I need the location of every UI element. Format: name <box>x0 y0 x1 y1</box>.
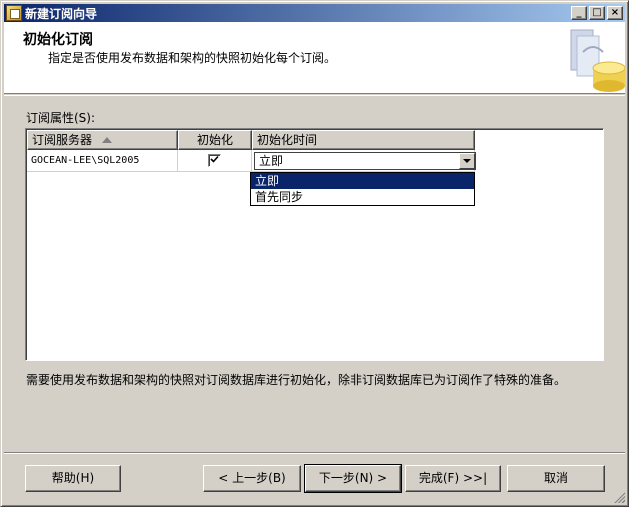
chevron-down-icon <box>463 159 471 163</box>
check-mark-icon <box>210 155 219 163</box>
dropdown-option-first-sync[interactable]: 首先同步 <box>251 189 474 205</box>
footer-separator-highlight <box>4 453 625 454</box>
help-button[interactable]: 帮助(H) <box>25 465 121 492</box>
column-header-subscriber-label: 订阅服务器 <box>32 132 93 147</box>
cancel-button[interactable]: 取消 <box>507 465 605 492</box>
init-time-value: 立即 <box>259 154 284 168</box>
table-row[interactable]: GOCEAN-LEE\SQL2005 立即 <box>27 150 476 172</box>
dropdown-button[interactable] <box>459 153 475 169</box>
page-title: 初始化订阅 <box>23 32 93 48</box>
finish-button[interactable]: 完成(F) >>| <box>405 465 501 492</box>
wizard-window: 新建订阅向导 _ □ × 初始化订阅 指定是否使用发布数据和架构的快照初始化每个… <box>0 0 629 507</box>
close-button[interactable]: × <box>607 6 623 20</box>
dropdown-option-immediately[interactable]: 立即 <box>251 173 474 189</box>
initialize-cell[interactable] <box>178 150 252 172</box>
column-header-initialize[interactable]: 初始化 <box>178 130 252 150</box>
column-header-init-time[interactable]: 初始化时间 <box>252 130 475 150</box>
subscription-properties-label: 订阅属性(S): <box>26 111 96 125</box>
initialize-checkbox[interactable] <box>208 154 221 167</box>
init-time-dropdown-list[interactable]: 立即 首先同步 <box>250 172 475 206</box>
column-header-init-time-label: 初始化时间 <box>257 132 318 147</box>
init-time-select[interactable]: 立即 <box>254 152 476 170</box>
next-button[interactable]: 下一步(N) > <box>304 464 402 493</box>
database-sync-icon <box>570 29 625 92</box>
sort-ascending-icon <box>102 137 113 143</box>
minimize-button[interactable]: _ <box>571 6 587 20</box>
maximize-button[interactable]: □ <box>589 6 605 20</box>
back-button[interactable]: < 上一步(B) <box>203 465 301 492</box>
subscription-grid[interactable]: 订阅服务器 初始化 初始化时间 GOCEAN-LEE\SQL2005 立即 <box>25 128 604 361</box>
subscriber-cell[interactable]: GOCEAN-LEE\SQL2005 <box>27 150 178 172</box>
init-time-cell[interactable]: 立即 <box>252 150 476 172</box>
column-header-initialize-label: 初始化 <box>196 132 233 147</box>
page-description: 指定是否使用发布数据和架构的快照初始化每个订阅。 <box>48 51 337 65</box>
column-header-subscriber[interactable]: 订阅服务器 <box>27 130 178 150</box>
grid-header: 订阅服务器 初始化 初始化时间 <box>27 130 475 150</box>
window-title: 新建订阅向导 <box>25 6 98 21</box>
title-bar[interactable]: 新建订阅向导 _ □ × <box>4 4 625 22</box>
wizard-header: 初始化订阅 指定是否使用发布数据和架构的快照初始化每个订阅。 <box>4 22 625 94</box>
initialization-note: 需要使用发布数据和架构的快照对订阅数据库进行初始化，除非订阅数据库已为订阅作了特… <box>26 373 567 387</box>
header-separator <box>4 95 625 96</box>
resize-grip[interactable] <box>613 491 625 503</box>
wizard-app-icon <box>6 5 22 21</box>
